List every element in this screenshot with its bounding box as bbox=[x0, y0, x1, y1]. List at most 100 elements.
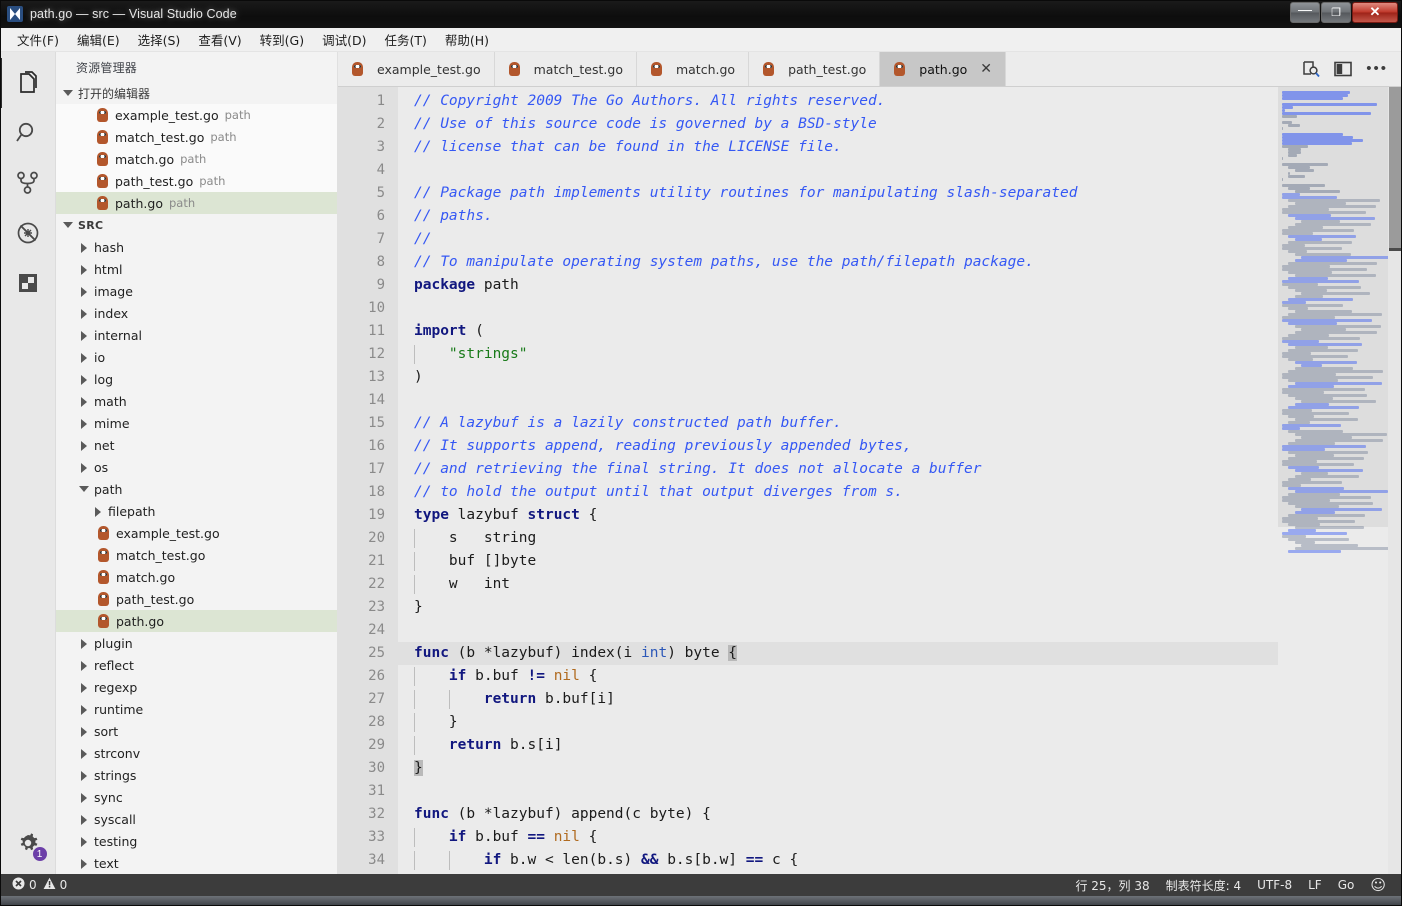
maximize-button[interactable]: ❐ bbox=[1321, 2, 1351, 23]
workspace-header[interactable]: SRC bbox=[56, 214, 337, 236]
tree-folder-item[interactable]: mime bbox=[56, 412, 337, 434]
status-language-mode[interactable]: Go bbox=[1338, 878, 1355, 892]
code-line[interactable]: } bbox=[398, 596, 1278, 619]
code-line[interactable]: ) bbox=[398, 366, 1278, 389]
chevron-right-icon[interactable] bbox=[78, 440, 89, 451]
code-line[interactable]: // to hold the output until that output … bbox=[398, 481, 1278, 504]
tree-folder-item[interactable]: reflect bbox=[56, 654, 337, 676]
tree-file-item[interactable]: match.go bbox=[56, 566, 337, 588]
code-line[interactable]: w int bbox=[398, 573, 1278, 596]
code-line[interactable]: // and retrieving the final string. It d… bbox=[398, 458, 1278, 481]
chevron-right-icon[interactable] bbox=[78, 748, 89, 759]
chevron-right-icon[interactable] bbox=[78, 462, 89, 473]
menu-item-3[interactable]: 查看(V) bbox=[189, 28, 250, 51]
tree-folder-item[interactable]: sort bbox=[56, 720, 337, 742]
tree-file-item[interactable]: example_test.go bbox=[56, 522, 337, 544]
open-preview-icon[interactable] bbox=[1302, 60, 1320, 78]
minimap[interactable] bbox=[1278, 87, 1388, 876]
chevron-right-icon[interactable] bbox=[78, 396, 89, 407]
menu-item-7[interactable]: 帮助(H) bbox=[436, 28, 498, 51]
code-line[interactable]: } bbox=[398, 711, 1278, 734]
code-line[interactable]: // bbox=[398, 228, 1278, 251]
code-line[interactable]: // paths. bbox=[398, 205, 1278, 228]
tree-folder-item[interactable]: io bbox=[56, 346, 337, 368]
tree-file-item[interactable]: path_test.go bbox=[56, 588, 337, 610]
status-warnings[interactable]: 0 bbox=[43, 877, 68, 893]
code-line[interactable]: // Use of this source code is governed b… bbox=[398, 113, 1278, 136]
code-line[interactable]: if b.buf == nil { bbox=[398, 826, 1278, 849]
activity-item-settings[interactable]: 1 bbox=[0, 818, 56, 868]
code-line[interactable]: import ( bbox=[398, 320, 1278, 343]
chevron-right-icon[interactable] bbox=[78, 242, 89, 253]
activity-item-source-control[interactable] bbox=[0, 158, 56, 208]
status-feedback-smiley-icon[interactable]: ☺ bbox=[1370, 876, 1386, 894]
code-line[interactable]: if b.buf != nil { bbox=[398, 665, 1278, 688]
open-editor-item[interactable]: path.gopath bbox=[56, 192, 337, 214]
tree-folder-item[interactable]: hash bbox=[56, 236, 337, 258]
open-editor-item[interactable]: example_test.gopath bbox=[56, 104, 337, 126]
chevron-right-icon[interactable] bbox=[78, 836, 89, 847]
tree-folder-item[interactable]: net bbox=[56, 434, 337, 456]
code-line[interactable]: buf []byte bbox=[398, 550, 1278, 573]
chevron-right-icon[interactable] bbox=[78, 792, 89, 803]
tree-file-item[interactable]: match_test.go bbox=[56, 544, 337, 566]
chevron-right-icon[interactable] bbox=[78, 814, 89, 825]
chevron-right-icon[interactable] bbox=[78, 330, 89, 341]
code-line[interactable]: return b.s[i] bbox=[398, 734, 1278, 757]
status-cursor-position[interactable]: 行 25，列 38 bbox=[1075, 877, 1149, 894]
open-editor-item[interactable]: match_test.gopath bbox=[56, 126, 337, 148]
chevron-right-icon[interactable] bbox=[78, 352, 89, 363]
chevron-right-icon[interactable] bbox=[78, 726, 89, 737]
activity-item-search[interactable] bbox=[0, 108, 56, 158]
tab-match-go[interactable]: match.go bbox=[637, 52, 749, 86]
tab-path_test-go[interactable]: path_test.go bbox=[749, 52, 880, 86]
chevron-right-icon[interactable] bbox=[78, 638, 89, 649]
more-actions-icon[interactable]: ••• bbox=[1366, 65, 1388, 73]
code-line[interactable]: return b.buf[i] bbox=[398, 688, 1278, 711]
code-line[interactable]: // It supports append, reading previousl… bbox=[398, 435, 1278, 458]
chevron-right-icon[interactable] bbox=[78, 704, 89, 715]
scrollbar-thumb[interactable] bbox=[1389, 87, 1401, 249]
menu-item-5[interactable]: 调试(D) bbox=[313, 28, 375, 51]
chevron-right-icon[interactable] bbox=[78, 770, 89, 781]
tree-folder-item[interactable]: path bbox=[56, 478, 337, 500]
code-line[interactable]: // A lazybuf is a lazily constructed pat… bbox=[398, 412, 1278, 435]
open-editor-item[interactable]: path_test.gopath bbox=[56, 170, 337, 192]
tree-file-item[interactable]: path.go bbox=[56, 610, 337, 632]
menu-item-6[interactable]: 任务(T) bbox=[375, 28, 435, 51]
vertical-scrollbar[interactable] bbox=[1388, 87, 1402, 876]
chevron-right-icon[interactable] bbox=[78, 682, 89, 693]
code-line[interactable]: package path bbox=[398, 274, 1278, 297]
chevron-right-icon[interactable] bbox=[78, 418, 89, 429]
code-line[interactable] bbox=[398, 780, 1278, 803]
chevron-right-icon[interactable] bbox=[78, 286, 89, 297]
menu-item-0[interactable]: 文件(F) bbox=[8, 28, 68, 51]
tree-folder-item[interactable]: syscall bbox=[56, 808, 337, 830]
tree-folder-item[interactable]: text bbox=[56, 852, 337, 874]
tree-folder-item[interactable]: html bbox=[56, 258, 337, 280]
chevron-down-icon[interactable] bbox=[78, 484, 89, 495]
status-encoding[interactable]: UTF-8 bbox=[1257, 878, 1292, 892]
menu-item-1[interactable]: 编辑(E) bbox=[68, 28, 129, 51]
activity-item-extensions[interactable] bbox=[0, 258, 56, 308]
status-eol[interactable]: LF bbox=[1308, 878, 1322, 892]
tree-folder-item[interactable]: filepath bbox=[56, 500, 337, 522]
chevron-right-icon[interactable] bbox=[78, 308, 89, 319]
open-editors-header[interactable]: 打开的编辑器 bbox=[56, 82, 337, 104]
code-line[interactable]: if b.w < len(b.s) && b.s[b.w] == c { bbox=[398, 849, 1278, 872]
close-button[interactable]: ✕ bbox=[1352, 2, 1398, 23]
code-line[interactable]: "strings" bbox=[398, 343, 1278, 366]
code-line[interactable]: // license that can be found in the LICE… bbox=[398, 136, 1278, 159]
tree-folder-item[interactable]: runtime bbox=[56, 698, 337, 720]
code-line[interactable] bbox=[398, 619, 1278, 642]
tree-folder-item[interactable]: log bbox=[56, 368, 337, 390]
tree-folder-item[interactable]: sync bbox=[56, 786, 337, 808]
status-tab-size[interactable]: 制表符长度: 4 bbox=[1166, 877, 1242, 894]
tree-folder-item[interactable]: regexp bbox=[56, 676, 337, 698]
tab-path-go[interactable]: path.go✕ bbox=[880, 52, 1006, 86]
tree-folder-item[interactable]: testing bbox=[56, 830, 337, 852]
code-line[interactable] bbox=[398, 297, 1278, 320]
code-line[interactable]: s string bbox=[398, 527, 1278, 550]
code-line[interactable]: // Copyright 2009 The Go Authors. All ri… bbox=[398, 90, 1278, 113]
code-line[interactable] bbox=[398, 389, 1278, 412]
